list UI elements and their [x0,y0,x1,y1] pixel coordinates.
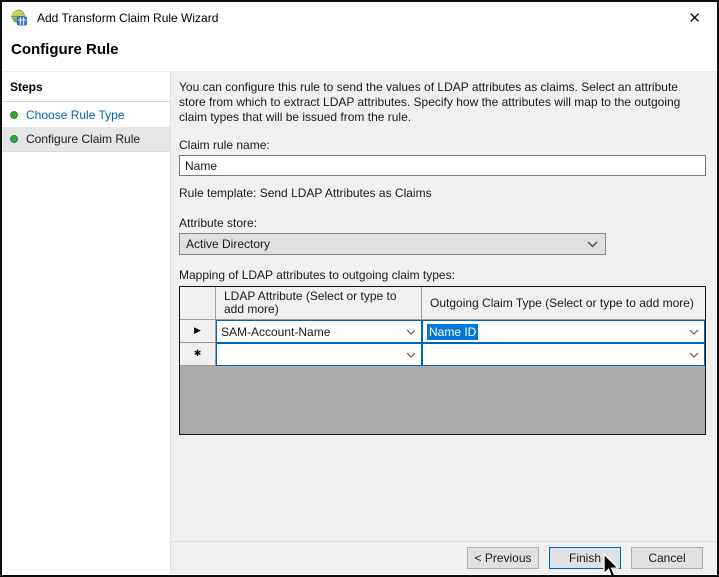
close-button[interactable]: ✕ [684,9,705,28]
rule-description: You can configure this rule to send the … [179,80,681,124]
table-empty-area [180,366,705,434]
step-status-icon [10,110,18,119]
table-header-outgoing-claim-type: Outgoing Claim Type (Select or type to a… [422,287,705,320]
window-title: Add Transform Claim Rule Wizard [37,11,219,25]
sidebar-item-choose-rule-type[interactable]: Choose Rule Type [2,102,170,127]
new-row-asterisk-icon: ✱ [193,349,202,359]
table-corner-cell [180,287,216,320]
attribute-store-select[interactable]: Active Directory [179,233,606,255]
row-selector-new[interactable]: ✱ [180,343,216,366]
ldap-attribute-select-row1[interactable]: SAM-Account-Name [216,320,422,343]
steps-header: Steps [2,72,170,102]
rule-template-text: Rule template: Send LDAP Attributes as C… [179,186,432,200]
wizard-icon [10,9,28,27]
attribute-store-label: Attribute store: [179,216,258,230]
table-header-ldap-attribute: LDAP Attribute (Select or type to add mo… [216,287,422,320]
steps-sidebar: Steps Choose Rule Type Configure Claim R… [2,72,171,574]
chevron-down-icon [406,352,416,358]
add-transform-claim-rule-wizard-dialog: Add Transform Claim Rule Wizard ✕ Config… [0,0,719,577]
step-label: Choose Rule Type [26,107,125,122]
step-label: Configure Claim Rule [26,132,141,146]
mapping-table-label: Mapping of LDAP attributes to outgoing c… [179,268,455,282]
chevron-down-icon [689,329,699,335]
wizard-footer: < Previous Finish Cancel [171,541,717,574]
combo-value: SAM-Account-Name [221,324,331,339]
row-selector-current[interactable]: ▶ [180,320,216,343]
combo-value-selected: Name ID [427,323,479,340]
chevron-down-icon [406,329,416,335]
finish-button[interactable]: Finish [549,547,621,569]
previous-button[interactable]: < Previous [467,547,539,569]
chevron-down-icon [587,241,598,248]
dialog-body: Steps Choose Rule Type Configure Claim R… [2,71,717,574]
claim-rule-name-input[interactable] [179,155,706,176]
cancel-button[interactable]: Cancel [631,547,703,569]
current-row-arrow-icon: ▶ [194,326,201,336]
chevron-down-icon [689,352,699,358]
mapping-table: LDAP Attribute (Select or type to add mo… [179,286,706,435]
outgoing-claim-type-select-row2[interactable] [422,343,705,366]
step-status-icon [10,135,18,143]
claim-rule-name-label: Claim rule name: [179,138,270,152]
attribute-store-value: Active Directory [186,237,271,251]
page-title: Configure Rule [2,34,717,71]
configure-rule-panel: You can configure this rule to send the … [171,72,717,574]
outgoing-claim-type-select-row1[interactable]: Name ID [422,320,705,343]
title-bar: Add Transform Claim Rule Wizard ✕ [2,2,717,34]
ldap-attribute-select-row2[interactable] [216,343,422,366]
sidebar-item-configure-claim-rule[interactable]: Configure Claim Rule [2,127,170,152]
